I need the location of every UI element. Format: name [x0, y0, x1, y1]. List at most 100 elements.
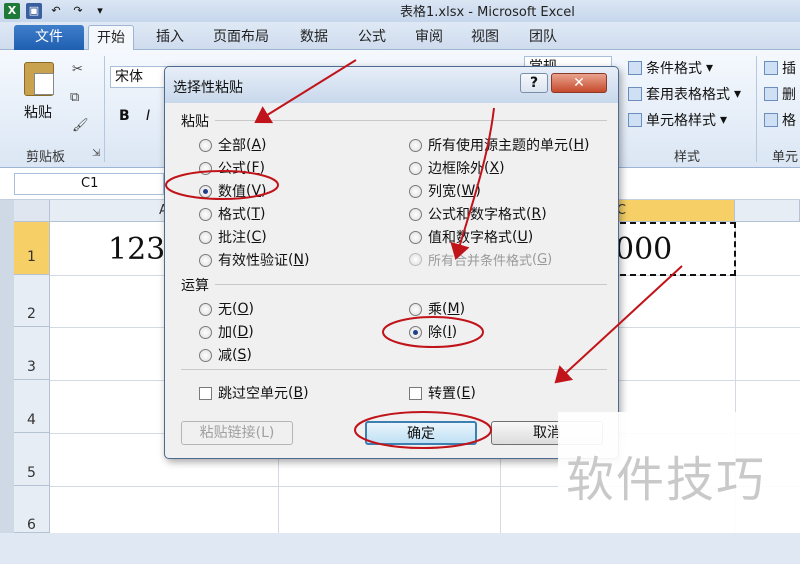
radio-paste-column-widths[interactable]: 列宽(W): [409, 181, 481, 201]
cut-icon[interactable]: ✂: [72, 62, 83, 77]
radio-operation-add[interactable]: 加(D): [199, 322, 254, 342]
insert-cells-icon: [764, 61, 778, 75]
radio-circle: [409, 138, 422, 152]
tab-data[interactable]: 数据: [292, 25, 336, 50]
conditional-format-icon: [628, 61, 642, 75]
radio-paste-values[interactable]: 数值(V): [199, 181, 267, 201]
radio-circle-checked: [199, 184, 212, 198]
font-name-box[interactable]: 宋体: [110, 66, 170, 88]
radio-paste-source-theme[interactable]: 所有使用源主题的单元(H): [409, 135, 589, 155]
name-box[interactable]: C1: [14, 173, 164, 195]
operation-section-label: 运算: [181, 278, 209, 294]
excel-app-icon[interactable]: X: [4, 3, 20, 19]
radio-paste-except-borders[interactable]: 边框除外(X): [409, 158, 505, 178]
copy-icon[interactable]: ⧉: [70, 90, 79, 105]
checkbox-box: [409, 386, 422, 400]
bold-button[interactable]: B: [119, 108, 130, 124]
format-cells-button[interactable]: 格: [764, 110, 796, 130]
paste-special-dialog: 选择性粘贴 ? ✕ 粘贴 全部(A) 公式(F) 数值(V) 格式(T) 批注(…: [164, 66, 619, 459]
radio-paste-all[interactable]: 全部(A): [199, 135, 267, 155]
radio-circle: [199, 138, 212, 152]
save-icon[interactable]: ▣: [26, 3, 42, 19]
radio-paste-validation[interactable]: 有效性验证(N): [199, 250, 309, 270]
cell-c1[interactable]: 000: [615, 232, 672, 267]
checkbox-skip-blanks[interactable]: 跳过空单元(B): [199, 383, 309, 403]
radio-circle: [409, 161, 422, 175]
close-button[interactable]: ✕: [551, 73, 607, 93]
paste-section-label: 粘贴: [181, 114, 209, 130]
select-all-corner[interactable]: [14, 200, 50, 222]
radio-circle: [199, 230, 212, 244]
italic-button[interactable]: I: [146, 108, 150, 124]
cell-styles-button[interactable]: 单元格样式 ▾: [628, 110, 727, 130]
radio-circle: [409, 230, 422, 244]
clipboard-group-label: 剪贴板: [26, 150, 66, 165]
radio-circle: [199, 302, 212, 316]
radio-circle: [199, 348, 212, 362]
tab-home[interactable]: 开始: [88, 25, 134, 50]
radio-circle-disabled: [409, 253, 422, 266]
format-cells-icon: [764, 113, 778, 127]
tab-formulas[interactable]: 公式: [350, 25, 394, 50]
dialog-body: 粘贴 全部(A) 公式(F) 数值(V) 格式(T) 批注(C) 有效性验证(N…: [165, 103, 618, 458]
insert-cells-button[interactable]: 插: [764, 58, 796, 78]
radio-paste-comments[interactable]: 批注(C): [199, 227, 267, 247]
tab-file[interactable]: 文件: [14, 25, 84, 50]
radio-operation-none[interactable]: 无(O): [199, 299, 254, 319]
paste-button-label[interactable]: 粘贴: [24, 102, 52, 122]
column-header-d[interactable]: [735, 200, 800, 222]
cells-group-label: 单元: [772, 150, 799, 165]
customize-toolbar-icon[interactable]: ▾: [92, 3, 108, 19]
dialog-title: 选择性粘贴: [173, 80, 243, 96]
radio-circle: [199, 325, 212, 339]
window-title: 表格1.xlsx - Microsoft Excel: [400, 5, 575, 20]
radio-paste-formats[interactable]: 格式(T): [199, 204, 266, 224]
help-button[interactable]: ?: [520, 73, 548, 93]
tab-team[interactable]: 团队: [521, 25, 565, 50]
delete-cells-button[interactable]: 删: [764, 84, 796, 104]
radio-operation-subtract[interactable]: 减(S): [199, 345, 252, 365]
delete-cells-icon: [764, 87, 778, 101]
tab-page-layout[interactable]: 页面布局: [205, 25, 277, 50]
ribbon-tabs: 文件 开始 插入 页面布局 数据 公式 审阅 视图 团队: [0, 22, 800, 50]
cell-a1[interactable]: 123: [108, 232, 165, 267]
undo-icon[interactable]: ↶: [48, 3, 64, 19]
redo-icon[interactable]: ↷: [70, 3, 86, 19]
radio-operation-multiply[interactable]: 乘(M): [409, 299, 465, 319]
row-header-2[interactable]: 2: [14, 275, 50, 327]
radio-circle: [199, 207, 212, 221]
conditional-format-button[interactable]: 条件格式 ▾: [628, 58, 713, 78]
paste-icon[interactable]: [24, 62, 54, 96]
radio-circle: [199, 253, 212, 267]
row-header-3[interactable]: 3: [14, 327, 50, 380]
row-header-5[interactable]: 5: [14, 433, 50, 486]
checkbox-box: [199, 386, 212, 400]
radio-circle: [199, 161, 212, 175]
dialog-title-bar[interactable]: 选择性粘贴 ? ✕: [165, 67, 618, 103]
ok-button[interactable]: 确定: [365, 421, 477, 445]
radio-paste-values-number-formats[interactable]: 值和数字格式(U): [409, 227, 533, 247]
radio-paste-merge-conditional-formats: 所有合并条件格式(G): [409, 250, 552, 269]
row-header-6[interactable]: 6: [14, 486, 50, 533]
checkbox-transpose[interactable]: 转置(E): [409, 383, 476, 403]
paste-link-button: 粘贴链接(L): [181, 421, 293, 445]
radio-circle: [409, 184, 422, 198]
radio-paste-formulas-number-formats[interactable]: 公式和数字格式(R): [409, 204, 547, 224]
radio-operation-divide[interactable]: 除(I): [409, 322, 457, 342]
radio-paste-formulas[interactable]: 公式(F): [199, 158, 265, 178]
row-header-4[interactable]: 4: [14, 380, 50, 433]
watermark-text: 软件技巧: [566, 452, 767, 508]
format-as-table-button[interactable]: 套用表格格式 ▾: [628, 84, 741, 104]
radio-circle-checked: [409, 325, 422, 339]
radio-circle: [409, 207, 422, 221]
tab-view[interactable]: 视图: [463, 25, 507, 50]
cell-styles-icon: [628, 113, 642, 127]
format-painter-icon[interactable]: 🖌: [72, 118, 89, 133]
quick-access-toolbar: X ▣ ↶ ↷ ▾: [0, 3, 108, 19]
clipboard-launcher-icon[interactable]: ⇲: [92, 148, 100, 159]
radio-circle: [409, 302, 422, 316]
tab-insert[interactable]: 插入: [148, 25, 192, 50]
row-header-1[interactable]: 1: [14, 222, 50, 275]
tab-review[interactable]: 审阅: [407, 25, 451, 50]
styles-group-label: 样式: [674, 150, 701, 165]
